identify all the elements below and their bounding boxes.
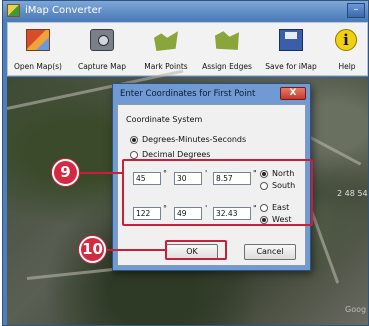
minimize-button[interactable]: – <box>347 3 365 18</box>
open-map-icon <box>26 29 50 51</box>
save-disk-icon <box>279 29 303 51</box>
capture-map-button[interactable]: Capture Map <box>70 23 134 77</box>
option-dms[interactable]: Degrees-Minutes-Seconds <box>130 135 246 144</box>
save-for-imap-button[interactable]: Save for iMap <box>261 23 321 77</box>
dms-radio[interactable] <box>130 135 138 144</box>
dialog-close-button[interactable]: X <box>280 87 306 100</box>
fields-callout-box <box>122 159 313 226</box>
mark-points-button[interactable]: Mark Points <box>138 23 194 77</box>
capture-map-label: Capture Map <box>77 62 127 71</box>
screenshot: iMap Converter – Open Map(s) Capture Map… <box>0 0 369 326</box>
dialog-title-bar[interactable]: Enter Coordinates for First Point X <box>113 84 310 104</box>
mark-points-label: Mark Points <box>144 62 188 71</box>
decimal-label: Decimal Degrees <box>142 150 211 159</box>
help-label: Help <box>338 62 356 71</box>
app-icon <box>7 4 20 17</box>
help-icon: i <box>335 29 357 51</box>
window-title: iMap Converter <box>25 5 102 16</box>
fields-callout-line <box>80 172 123 174</box>
save-for-imap-label: Save for iMap <box>265 62 317 71</box>
ok-callout-box <box>165 240 227 260</box>
title-bar[interactable]: iMap Converter – <box>3 1 368 21</box>
assign-edges-icon <box>215 31 239 50</box>
cancel-button[interactable]: Cancel <box>244 244 296 260</box>
dms-label: Degrees-Minutes-Seconds <box>142 135 247 144</box>
decimal-radio[interactable] <box>130 150 138 159</box>
ok-callout-line <box>106 249 166 251</box>
map-coordinate-text: 2 48 54 <box>337 189 368 198</box>
assign-edges-label: Assign Edges <box>202 62 252 71</box>
callout-badge-10: 10 <box>79 236 106 263</box>
toolbar: Open Map(s) Capture Map Mark Points Assi… <box>7 22 368 76</box>
help-button[interactable]: i Help <box>330 23 364 77</box>
callout-badge-9: 9 <box>52 159 79 186</box>
assign-edges-button[interactable]: Assign Edges <box>196 23 258 77</box>
map-attribution: Goog <box>345 305 367 314</box>
dialog-title: Enter Coordinates for First Point <box>120 89 256 99</box>
coordinate-system-label: Coordinate System <box>126 115 203 124</box>
open-maps-label: Open Map(s) <box>13 62 62 71</box>
option-decimal[interactable]: Decimal Degrees <box>130 150 210 159</box>
open-maps-button[interactable]: Open Map(s) <box>8 23 68 77</box>
mark-points-icon <box>154 31 178 51</box>
camera-icon <box>90 29 114 51</box>
